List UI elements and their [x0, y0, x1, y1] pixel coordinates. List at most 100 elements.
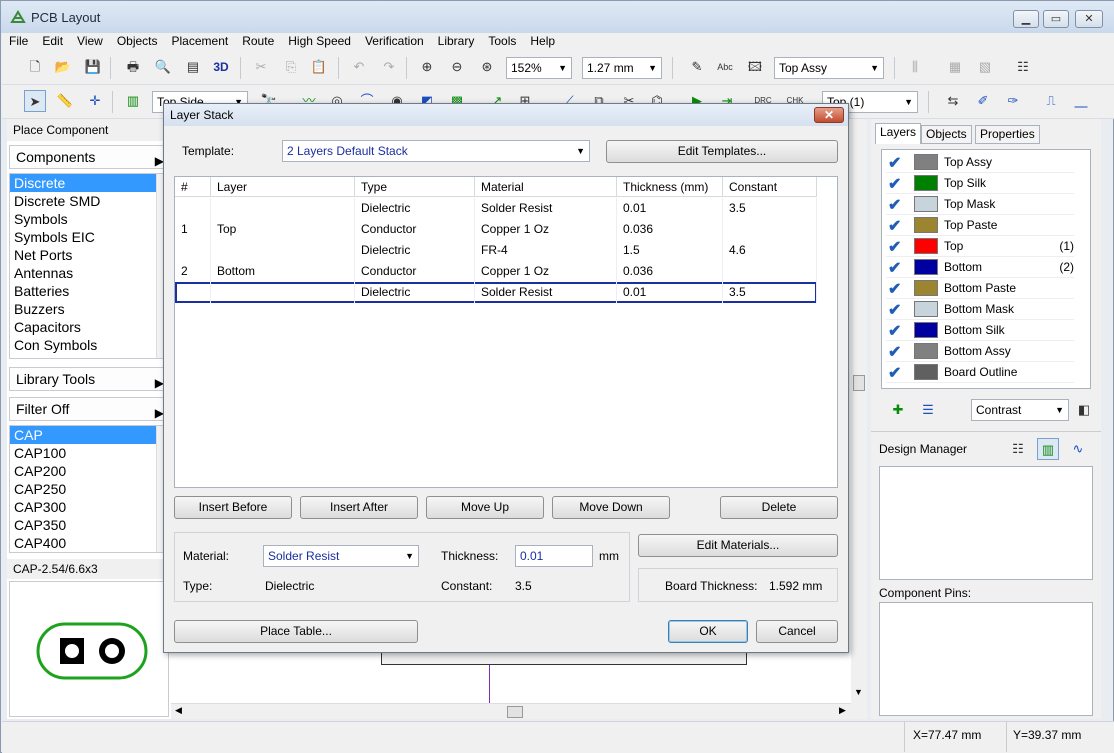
checkmark-icon[interactable]: ✔ — [888, 174, 901, 194]
layer-row[interactable]: ✔ Top Paste — [886, 215, 1074, 236]
layer-color-swatch[interactable] — [914, 238, 938, 254]
cell-constant[interactable] — [723, 261, 817, 282]
insert-after-button[interactable]: Insert After — [300, 496, 418, 519]
crosshair-icon[interactable]: ✛ — [84, 90, 106, 112]
layer-row[interactable]: ✔ Bottom Assy — [886, 341, 1074, 362]
dm-list-icon[interactable]: ☷ — [1007, 438, 1029, 460]
layer-color-swatch[interactable] — [914, 364, 938, 380]
cell-type[interactable]: Dielectric — [355, 198, 475, 219]
cell-num[interactable] — [175, 198, 211, 219]
grid-combo[interactable]: 1.27 mm ▼ — [582, 57, 662, 79]
horizontal-scrollbar[interactable]: ◀ ▶ — [171, 703, 851, 719]
zoom-combo[interactable]: 152% ▼ — [506, 57, 572, 79]
category-item[interactable]: Symbols — [10, 210, 168, 228]
layer-color-swatch[interactable] — [914, 280, 938, 296]
minimize-button[interactable]: ▁ — [1013, 10, 1039, 28]
cell-num[interactable]: 1 — [175, 219, 211, 240]
edit-templates-button[interactable]: Edit Templates... — [606, 140, 838, 163]
menu-objects[interactable]: Objects — [110, 33, 165, 49]
properties-icon[interactable]: ☷ — [1012, 56, 1034, 78]
layer-row[interactable]: ✔ Bottom Paste — [886, 278, 1074, 299]
text-icon[interactable]: Abc — [714, 56, 736, 78]
cell-type[interactable]: Dielectric — [355, 240, 475, 261]
layer-row[interactable]: ✔ Top Silk — [886, 173, 1074, 194]
menu-edit[interactable]: Edit — [35, 33, 70, 49]
layer-color-icon[interactable]: ◧ — [1073, 399, 1095, 421]
ruler-icon[interactable]: 📏 — [54, 90, 76, 112]
cell-thickness[interactable]: 0.036 — [617, 219, 723, 240]
zoom-in-icon[interactable]: ⊕ — [416, 56, 438, 78]
close-button[interactable]: ✕ — [1075, 10, 1103, 28]
layer-color-swatch[interactable] — [914, 343, 938, 359]
zoom-out-icon[interactable]: ⊖ — [446, 56, 468, 78]
edit-pin-icon[interactable]: ✑ — [1002, 90, 1024, 112]
col-layer[interactable]: Layer — [211, 177, 355, 197]
layer-settings-icon[interactable]: ☰ — [917, 399, 939, 421]
delete-button[interactable]: Delete — [720, 496, 838, 519]
cell-thickness[interactable]: 0.036 — [617, 261, 723, 282]
cell-material[interactable]: Solder Resist — [475, 282, 617, 303]
part-item[interactable]: CAP250 — [10, 480, 168, 498]
vscroll-thumb[interactable] — [853, 375, 865, 391]
cancel-button[interactable]: Cancel — [756, 620, 838, 643]
edit-icon[interactable]: ✎ — [686, 56, 708, 78]
table-row[interactable]: Dielectric Solder Resist 0.01 3.5 — [175, 198, 817, 219]
layer-color-swatch[interactable] — [914, 259, 938, 275]
category-item[interactable]: Con Pads — [10, 354, 168, 358]
cell-layer[interactable]: Bottom — [211, 261, 355, 282]
checkmark-icon[interactable]: ✔ — [888, 258, 901, 278]
category-item[interactable]: Symbols EIC — [10, 228, 168, 246]
table-row[interactable]: 1 Top Conductor Copper 1 Oz 0.036 — [175, 219, 817, 240]
col-material[interactable]: Material — [475, 177, 617, 197]
layer-color-swatch[interactable] — [914, 175, 938, 191]
cell-layer[interactable] — [211, 240, 355, 261]
cell-thickness[interactable]: 0.01 — [617, 198, 723, 219]
checkmark-icon[interactable]: ✔ — [888, 279, 901, 299]
menu-high-speed[interactable]: High Speed — [281, 33, 358, 49]
cell-thickness[interactable]: 0.01 — [617, 282, 723, 303]
dm-net-icon[interactable]: ∿ — [1067, 438, 1089, 460]
layer-row[interactable]: ✔ Top Assy — [886, 152, 1074, 173]
move-up-button[interactable]: Move Up — [426, 496, 544, 519]
scroll-left-icon[interactable]: ◀ — [175, 705, 182, 716]
cell-type[interactable]: Conductor — [355, 261, 475, 282]
category-list[interactable]: Discrete Discrete SMD Symbols Symbols EIC Ne… — [9, 173, 169, 359]
image-icon[interactable]: 🖾 — [744, 56, 766, 78]
new-file-icon[interactable]: 🗋 — [24, 56, 46, 78]
part-item[interactable]: CAP350 — [10, 516, 168, 534]
group-icon[interactable]: ▦ — [944, 56, 966, 78]
layer-color-swatch[interactable] — [914, 301, 938, 317]
template-combo[interactable]: 2 Layers Default Stack ▼ — [282, 140, 590, 162]
layer-row[interactable]: ✔ Bottom (2) — [886, 257, 1074, 278]
align-icon[interactable]: ⫼ — [904, 56, 926, 78]
cell-layer[interactable] — [211, 198, 355, 219]
cell-constant[interactable]: 3.5 — [723, 198, 817, 219]
ok-button[interactable]: OK — [668, 620, 748, 643]
vertical-scrollbar[interactable]: ▼ — [851, 119, 867, 719]
layer-color-swatch[interactable] — [914, 196, 938, 212]
checkmark-icon[interactable]: ✔ — [888, 300, 901, 320]
category-item[interactable]: Buzzers — [10, 300, 168, 318]
library-tools-dropdown[interactable]: Library Tools ▶ — [9, 367, 169, 391]
cell-type[interactable]: Dielectric — [355, 282, 475, 303]
print-preview-icon[interactable]: 🔍 — [152, 56, 174, 78]
layer-stack-grid[interactable]: # Layer Type Material Thickness (mm) Con… — [174, 176, 838, 488]
redo-icon[interactable]: ↷ — [378, 56, 400, 78]
menu-view[interactable]: View — [70, 33, 110, 49]
table-row[interactable]: Dielectric Solder Resist 0.01 3.5 — [175, 282, 817, 303]
open-file-icon[interactable]: 📂 — [52, 56, 74, 78]
place-table-button[interactable]: Place Table... — [174, 620, 418, 643]
tab-layers[interactable]: Layers — [875, 123, 922, 144]
part-item[interactable]: CAP — [10, 426, 168, 444]
layer-row[interactable]: ✔ Top Mask — [886, 194, 1074, 215]
layer-row[interactable]: ✔ Top (1) — [886, 236, 1074, 257]
3d-view-icon[interactable]: 3D — [210, 56, 232, 78]
dm-component-icon[interactable]: ▥ — [1037, 438, 1059, 460]
undo-icon[interactable]: ↶ — [348, 56, 370, 78]
checkmark-icon[interactable]: ✔ — [888, 216, 901, 236]
checkmark-icon[interactable]: ✔ — [888, 363, 901, 383]
cell-layer[interactable] — [211, 282, 355, 303]
menu-placement[interactable]: Placement — [165, 33, 236, 49]
col-type[interactable]: Type — [355, 177, 475, 197]
table-row[interactable]: 2 Bottom Conductor Copper 1 Oz 0.036 — [175, 261, 817, 282]
